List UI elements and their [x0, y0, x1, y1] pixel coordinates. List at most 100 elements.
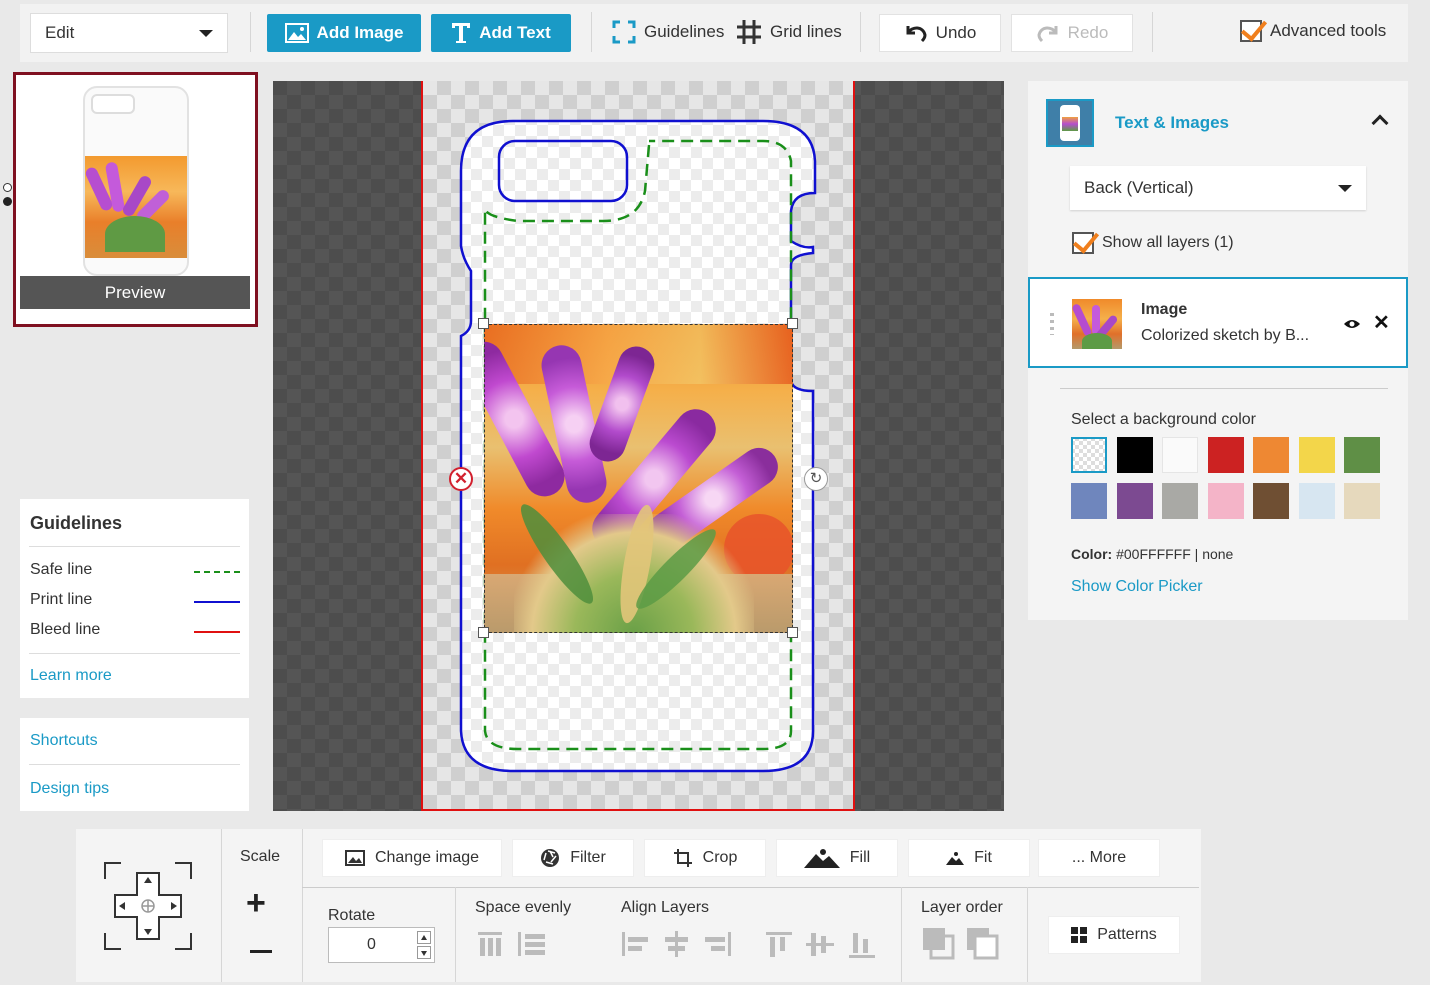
guidelines-title: Guidelines [30, 513, 123, 533]
product-thumbnail-icon [1046, 99, 1094, 147]
more-button[interactable]: ... More [1038, 839, 1160, 877]
align-center-icon[interactable] [662, 930, 692, 963]
filter-button[interactable]: Filter [512, 839, 634, 877]
crop-button[interactable]: Crop [644, 839, 766, 877]
bring-forward-icon[interactable] [921, 926, 955, 965]
grid-lines-label: Grid lines [770, 22, 842, 41]
learn-more-link[interactable]: Learn more [30, 667, 112, 685]
color-swatch[interactable] [1162, 483, 1198, 519]
side-select[interactable]: Back (Vertical) [1070, 166, 1366, 210]
side-select-value: Back (Vertical) [1084, 178, 1194, 197]
align-middle-icon[interactable] [805, 930, 835, 963]
color-swatch[interactable] [1162, 437, 1198, 473]
mode-select[interactable]: Edit [30, 13, 228, 53]
stepper-down-icon[interactable] [417, 946, 431, 959]
resize-handle-bottom-right[interactable] [787, 627, 798, 638]
design-tips-link[interactable]: Design tips [30, 780, 109, 798]
resize-handle-top-left[interactable] [478, 318, 489, 329]
color-swatch[interactable] [1298, 437, 1335, 473]
space-evenly-label: Space evenly [475, 899, 572, 916]
scale-up-button[interactable]: + [246, 886, 266, 920]
redo-icon [1037, 26, 1058, 43]
layer-row[interactable]: Image Colorized sketch by B... ✕ [1028, 277, 1408, 368]
nudge-control[interactable] [103, 861, 193, 951]
show-color-picker-link[interactable]: Show Color Picker [1071, 578, 1203, 596]
color-swatch[interactable] [1253, 483, 1289, 519]
shortcuts-link[interactable]: Shortcuts [30, 732, 98, 750]
redo-button[interactable]: Redo [1011, 14, 1133, 52]
layer-type: Image [1141, 301, 1188, 318]
chevron-down-icon [199, 29, 213, 37]
divider [302, 829, 303, 982]
design-canvas[interactable]: ✕ ↻ [273, 81, 1004, 811]
divider [1027, 887, 1028, 982]
grid-lines-toggle[interactable]: Grid lines [736, 18, 842, 46]
scale-label: Scale [240, 848, 281, 865]
fill-button[interactable]: Fill [776, 839, 898, 877]
delete-layer-icon[interactable]: ✕ [449, 467, 473, 491]
drag-handle-dots[interactable] [3, 183, 13, 209]
show-all-layers-toggle[interactable]: Show all layers (1) [1072, 232, 1234, 254]
drag-handle-icon[interactable] [1050, 313, 1054, 335]
background-color-label: Select a background color [1071, 411, 1256, 428]
change-image-button[interactable]: Change image [322, 839, 502, 877]
color-swatch[interactable] [1253, 437, 1289, 473]
undo-button[interactable]: Undo [879, 14, 1001, 52]
close-icon[interactable]: ✕ [1373, 310, 1390, 335]
color-swatch[interactable] [1116, 437, 1153, 473]
legend-print-line: Print line [30, 591, 240, 609]
crop-icon [673, 849, 692, 867]
divider [860, 12, 861, 52]
preview-artwork [85, 156, 187, 258]
fit-button[interactable]: Fit [908, 839, 1030, 877]
mode-select-value: Edit [45, 23, 75, 42]
preview-thumbnail[interactable]: Preview [13, 72, 258, 327]
space-evenly-vertical-icon[interactable] [476, 930, 504, 963]
color-swatch[interactable] [1116, 483, 1153, 519]
divider [591, 12, 592, 52]
eye-icon[interactable] [1343, 317, 1361, 335]
checkbox-checked-icon[interactable] [1240, 20, 1262, 42]
text-images-section-header[interactable]: Text & Images [1028, 81, 1408, 165]
stepper-up-icon[interactable] [417, 931, 431, 944]
undo-label: Undo [935, 23, 977, 42]
add-text-button[interactable]: Add Text [431, 14, 571, 52]
add-image-button[interactable]: Add Image [267, 14, 421, 52]
rotate-handle-icon[interactable]: ↻ [804, 467, 828, 491]
color-swatch[interactable] [1298, 483, 1335, 519]
scale-down-button[interactable] [250, 950, 272, 953]
image-icon [284, 23, 309, 43]
align-right-icon[interactable] [703, 930, 733, 963]
color-swatch[interactable] [1207, 483, 1244, 519]
patterns-button[interactable]: Patterns [1048, 916, 1180, 954]
swatch-transparent[interactable] [1071, 437, 1107, 473]
color-swatch[interactable] [1071, 483, 1107, 519]
space-evenly-horizontal-icon[interactable] [516, 930, 546, 963]
divider [221, 829, 222, 982]
resize-handle-top-right[interactable] [787, 318, 798, 329]
camera-cutout-outline [497, 139, 629, 203]
layer-name: Colorized sketch by B... [1141, 327, 1310, 344]
fit-icon [946, 852, 965, 865]
camera-cutout [91, 94, 135, 114]
align-top-icon[interactable] [764, 930, 794, 963]
send-backward-icon[interactable] [965, 926, 999, 965]
checkbox-checked-icon[interactable] [1072, 232, 1094, 254]
align-left-icon[interactable] [620, 930, 650, 963]
guidelines-label: Guidelines [644, 22, 725, 41]
color-swatch[interactable] [1207, 437, 1244, 473]
advanced-tools-toggle[interactable]: Advanced tools [1240, 20, 1386, 42]
rotate-input[interactable]: 0 [367, 936, 376, 954]
resize-handle-bottom-left[interactable] [478, 627, 489, 638]
text-icon [452, 23, 471, 43]
bleed-line-swatch [194, 631, 240, 633]
align-bottom-icon[interactable] [847, 930, 877, 963]
chevron-up-icon[interactable] [1371, 114, 1389, 132]
guidelines-toggle[interactable]: Guidelines [612, 18, 724, 46]
color-value: #00FFFFFF | none [1116, 546, 1234, 562]
background-swatch-grid [1071, 437, 1381, 521]
divider [901, 887, 902, 982]
rotate-stepper[interactable]: 0 [328, 927, 435, 963]
color-swatch[interactable] [1344, 483, 1380, 519]
color-swatch[interactable] [1344, 437, 1380, 473]
